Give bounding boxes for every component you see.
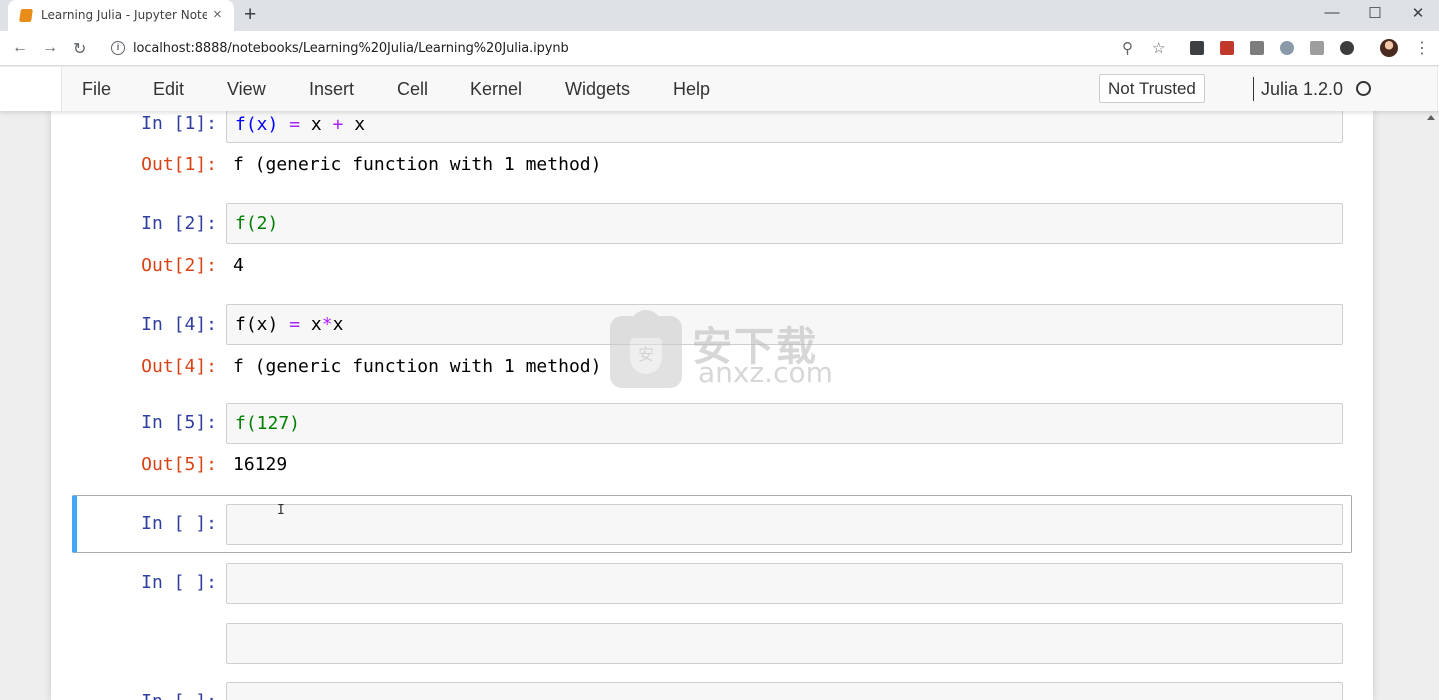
- extension-1-icon[interactable]: [1190, 41, 1204, 55]
- out-prompt: Out[5]:: [141, 454, 217, 475]
- reload-icon[interactable]: ↻: [73, 39, 86, 59]
- kernel-status-icon: [1356, 81, 1371, 96]
- tab-title: Learning Julia - Jupyter Noteboo: [41, 8, 207, 22]
- menu-insert[interactable]: Insert: [309, 79, 354, 100]
- browser-tab-bar: Learning Julia - Jupyter Noteboo × + — ☐…: [0, 0, 1439, 31]
- cell-output: 16129: [233, 454, 288, 475]
- menu-kernel[interactable]: Kernel: [470, 79, 522, 100]
- close-window-button[interactable]: ✕: [1408, 4, 1428, 22]
- code-text: f(127): [235, 413, 301, 434]
- profile-avatar[interactable]: [1380, 39, 1398, 57]
- cell-output: f (generic function with 1 method): [233, 356, 602, 377]
- out-prompt: Out[1]:: [141, 154, 217, 175]
- code-input[interactable]: [226, 504, 1343, 545]
- code-text: f(x) = x*x: [235, 314, 344, 335]
- not-trusted-button[interactable]: Not Trusted: [1099, 74, 1205, 103]
- code-input[interactable]: f(2): [226, 203, 1343, 244]
- extension-6-icon[interactable]: [1340, 41, 1354, 55]
- text-cursor-icon: I: [277, 503, 285, 518]
- menubar-container: File Edit View Insert Cell Kernel Widget…: [61, 67, 1438, 111]
- menu-widgets[interactable]: Widgets: [565, 79, 630, 100]
- new-tab-button[interactable]: +: [244, 3, 256, 27]
- notebook-container: In [1]: f(x) = x + x Out[1]: f (generic …: [51, 111, 1373, 700]
- code-text: f(x) = x + x: [235, 114, 366, 135]
- code-input[interactable]: [226, 623, 1343, 664]
- kernel-name[interactable]: Julia 1.2.0: [1261, 79, 1343, 100]
- code-input[interactable]: [226, 682, 1343, 700]
- minimize-button[interactable]: —: [1322, 4, 1342, 21]
- cell-output: f (generic function with 1 method): [233, 154, 602, 175]
- browser-tab[interactable]: Learning Julia - Jupyter Noteboo ×: [8, 0, 234, 31]
- in-prompt: In [1]:: [141, 113, 217, 134]
- in-prompt: In [4]:: [141, 314, 217, 335]
- tab-close-icon[interactable]: ×: [213, 6, 222, 23]
- forward-arrow-icon[interactable]: →: [42, 39, 58, 57]
- out-prompt: Out[4]:: [141, 356, 217, 377]
- jupyter-favicon-icon: [19, 9, 33, 22]
- in-prompt: In [ ]:: [51, 691, 217, 700]
- menu-file[interactable]: File: [82, 79, 111, 100]
- extension-4-icon[interactable]: [1280, 41, 1294, 55]
- in-prompt: In [2]:: [141, 213, 217, 234]
- bookmark-star-icon[interactable]: ☆: [1152, 39, 1165, 57]
- scroll-up-arrow-icon[interactable]: [1427, 115, 1435, 120]
- browser-menu-icon[interactable]: ⋮: [1414, 38, 1430, 58]
- in-prompt: In [5]:: [141, 412, 217, 433]
- menu-cell[interactable]: Cell: [397, 79, 428, 100]
- menu-edit[interactable]: Edit: [153, 79, 184, 100]
- code-text: f(2): [235, 213, 279, 234]
- in-prompt: In [ ]:: [141, 513, 217, 534]
- menu-help[interactable]: Help: [673, 79, 710, 100]
- url-field[interactable]: localhost:8888/notebooks/Learning%20Juli…: [133, 41, 569, 56]
- code-input[interactable]: f(x) = x*x: [226, 304, 1343, 345]
- code-input[interactable]: f(127): [226, 403, 1343, 444]
- extension-2-icon[interactable]: [1220, 41, 1234, 55]
- extension-5-icon[interactable]: [1310, 41, 1324, 55]
- out-prompt: Out[2]:: [141, 255, 217, 276]
- address-bar: ← → ↻ i localhost:8888/notebooks/Learnin…: [0, 31, 1439, 66]
- zoom-icon[interactable]: ⚲: [1122, 39, 1133, 57]
- code-input[interactable]: f(x) = x + x: [226, 111, 1343, 143]
- menu-view[interactable]: View: [227, 79, 266, 100]
- maximize-button[interactable]: ☐: [1365, 4, 1385, 22]
- extension-3-icon[interactable]: [1250, 41, 1264, 55]
- code-input[interactable]: [226, 563, 1343, 604]
- in-prompt: In [ ]:: [141, 572, 217, 593]
- jupyter-menubar: File Edit View Insert Cell Kernel Widget…: [0, 67, 1439, 111]
- kernel-separator: [1253, 77, 1254, 101]
- site-info-icon[interactable]: i: [111, 41, 125, 55]
- cell-output: 4: [233, 255, 244, 276]
- back-arrow-icon[interactable]: ←: [12, 39, 28, 57]
